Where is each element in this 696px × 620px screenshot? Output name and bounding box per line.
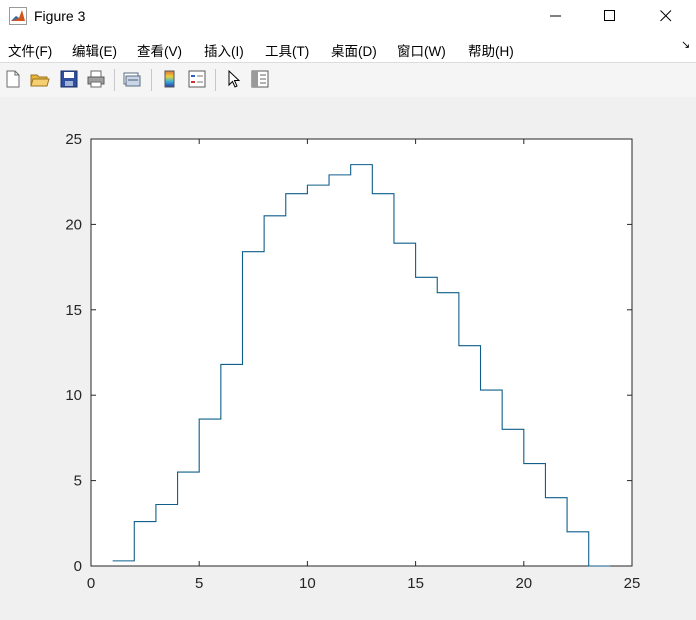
y-tick-label: 5: [74, 473, 82, 490]
menu-help[interactable]: 帮助(H): [468, 40, 514, 60]
y-tick-label: 20: [65, 216, 82, 233]
menu-desktop[interactable]: 桌面(D): [331, 40, 377, 60]
maximize-button[interactable]: [587, 0, 633, 32]
link-plot-icon[interactable]: [122, 69, 142, 89]
y-tick-label: 15: [65, 302, 82, 319]
figure-toolbar: [0, 62, 696, 98]
toolbar-separator: [151, 69, 152, 91]
edit-plot-pointer-icon[interactable]: [224, 69, 244, 89]
minimize-icon: [550, 15, 561, 17]
save-icon[interactable]: [59, 69, 79, 89]
x-tick-label: 25: [624, 575, 641, 592]
window-titlebar: Figure 3: [0, 0, 696, 32]
menu-file[interactable]: 文件(F): [8, 40, 52, 60]
menu-view[interactable]: 查看(V): [137, 40, 182, 60]
menu-tools[interactable]: 工具(T): [265, 40, 309, 60]
close-button[interactable]: [643, 0, 689, 32]
minimize-button[interactable]: [533, 0, 579, 32]
y-tick-label: 25: [65, 131, 82, 148]
menu-edit[interactable]: 编辑(E): [72, 40, 117, 60]
x-tick-label: 10: [299, 575, 316, 592]
matlab-logo-icon: [9, 7, 27, 25]
close-icon: [660, 10, 672, 22]
x-tick-label: 20: [515, 575, 532, 592]
figure-canvas[interactable]: 0 5 10 15 20 25 0 5 10 15 20 25: [0, 97, 696, 620]
insert-legend-icon[interactable]: [187, 69, 207, 89]
x-tick-labels: 0 5 10 15 20 25: [87, 575, 641, 592]
y-tick-label: 0: [74, 558, 82, 575]
menu-insert[interactable]: 插入(I): [204, 40, 244, 60]
y-tick-label: 10: [65, 387, 82, 404]
x-tick-label: 0: [87, 575, 95, 592]
print-icon[interactable]: [86, 69, 106, 89]
menu-bar: 文件(F) 编辑(E) 查看(V) 插入(I) 工具(T) 桌面(D) 窗口(W…: [0, 32, 696, 62]
toolbar-separator: [215, 69, 216, 91]
toolbar-separator: [114, 69, 115, 91]
menu-window[interactable]: 窗口(W): [397, 40, 446, 60]
plot-svg: 0 5 10 15 20 25 0 5 10 15 20 25: [65, 131, 641, 592]
insert-colorbar-icon[interactable]: [160, 69, 180, 89]
x-tick-label: 5: [195, 575, 203, 592]
window-title: Figure 3: [34, 8, 86, 24]
y-tick-labels: 0 5 10 15 20 25: [65, 131, 82, 575]
property-inspector-icon[interactable]: [250, 69, 270, 89]
new-figure-icon[interactable]: [3, 69, 23, 89]
x-tick-label: 15: [407, 575, 424, 592]
maximize-icon: [604, 10, 615, 21]
open-file-icon[interactable]: [30, 69, 50, 89]
dock-arrow-icon[interactable]: ↘: [681, 38, 690, 51]
axes-box[interactable]: [90, 138, 633, 567]
